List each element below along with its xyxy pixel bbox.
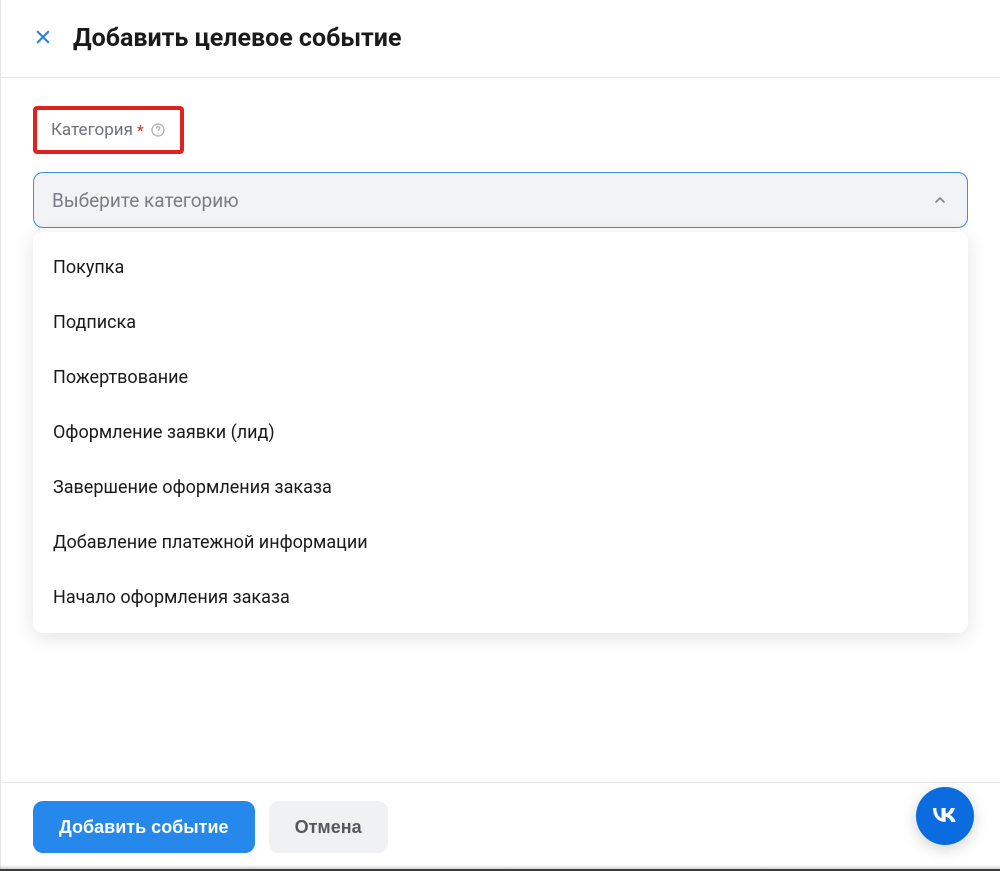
cancel-button[interactable]: Отмена (269, 801, 388, 853)
select-placeholder: Выберите категорию (52, 189, 239, 212)
decorative-shadow (0, 865, 1000, 871)
dropdown-option[interactable]: Пожертвование (33, 350, 968, 405)
category-select[interactable]: Выберите категорию (33, 172, 968, 228)
add-event-modal: Добавить целевое событие Категория * Выб… (0, 0, 1000, 871)
modal-title: Добавить целевое событие (73, 24, 401, 53)
modal-footer: Добавить событие Отмена (1, 782, 1000, 871)
dropdown-option[interactable]: Начало оформления заказа (33, 570, 968, 625)
modal-header: Добавить целевое событие (1, 0, 1000, 78)
dropdown-option[interactable]: Подписка (33, 295, 968, 350)
category-select-wrapper: Выберите категорию Покупка Подписка Поже… (33, 172, 968, 228)
add-event-button[interactable]: Добавить событие (33, 801, 255, 853)
vk-widget[interactable] (916, 787, 974, 845)
close-icon (34, 28, 52, 50)
dropdown-option[interactable]: Добавление платежной информации (33, 515, 968, 570)
dropdown-option[interactable]: Оформление заявки (лид) (33, 405, 968, 460)
category-label-highlight: Категория * (33, 106, 184, 154)
chevron-up-icon (931, 191, 949, 209)
vk-icon (929, 798, 961, 834)
modal-body: Категория * Выберите категорию (1, 78, 1000, 782)
dropdown-option[interactable]: Покупка (33, 240, 968, 295)
dropdown-option[interactable]: Завершение оформления заказа (33, 460, 968, 515)
required-mark: * (137, 121, 144, 140)
help-icon[interactable] (150, 122, 166, 138)
close-button[interactable] (33, 29, 53, 49)
category-dropdown[interactable]: Покупка Подписка Пожертвование Оформлени… (33, 232, 968, 633)
category-label: Категория (51, 120, 133, 140)
